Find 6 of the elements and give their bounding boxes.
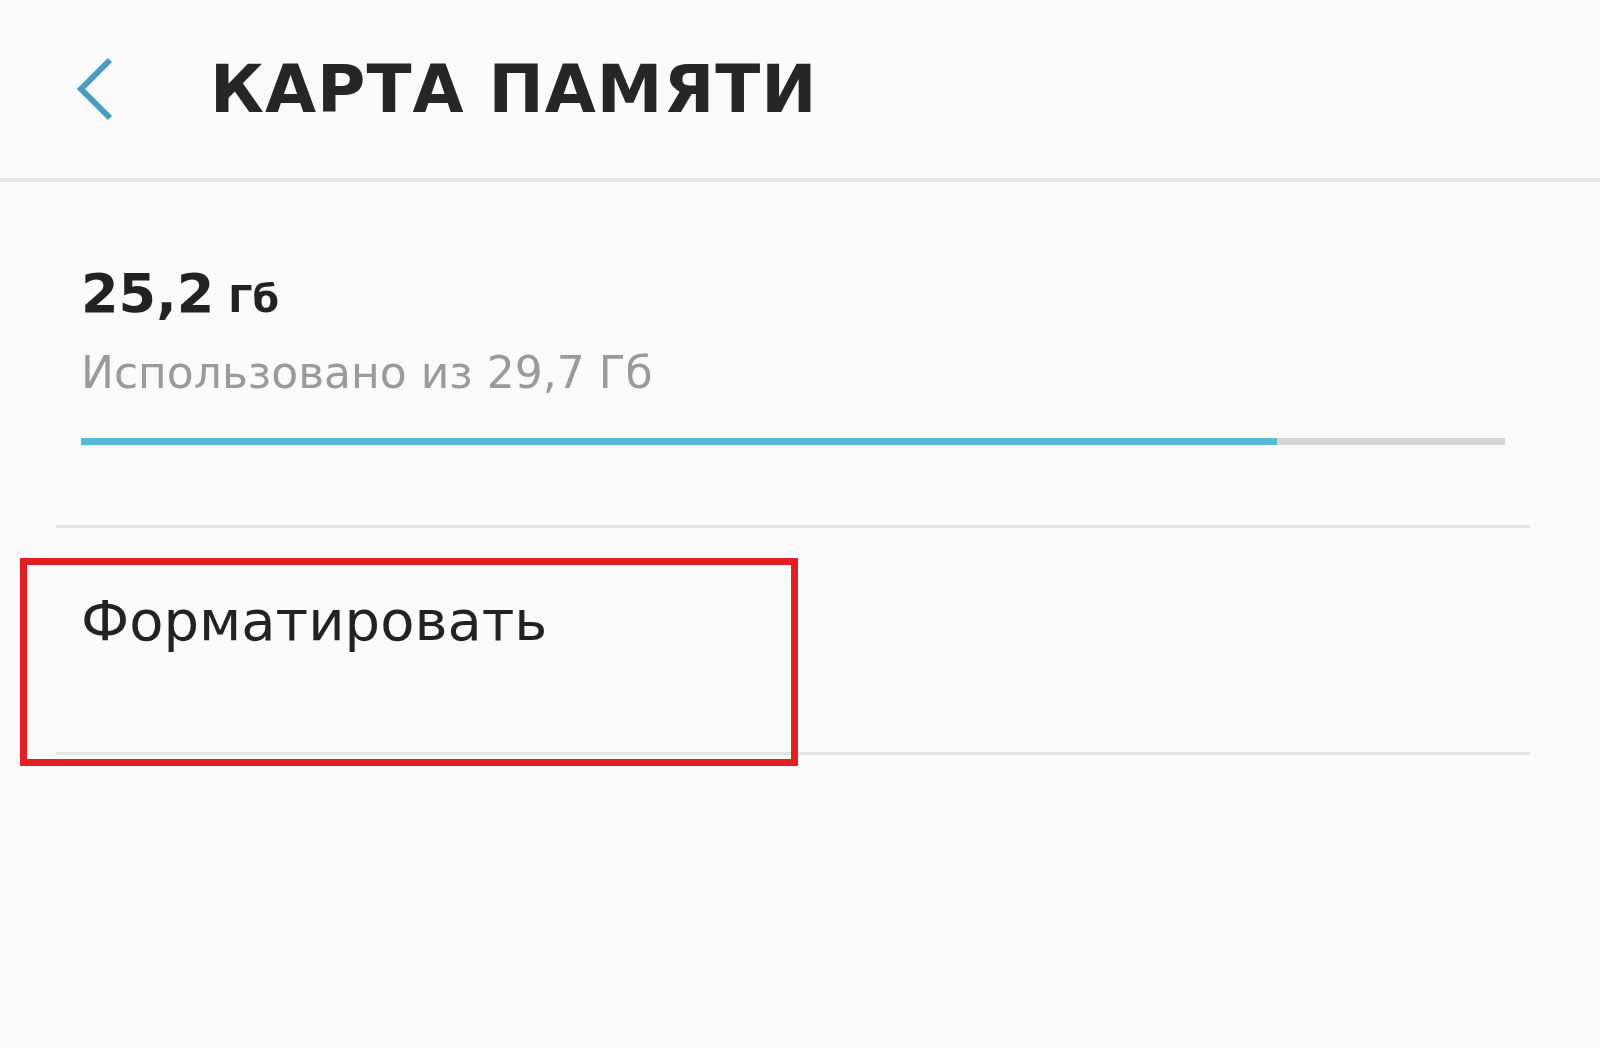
- page-title: КАРТА ПАМЯТИ: [210, 50, 818, 128]
- format-item[interactable]: Форматировать: [81, 587, 548, 653]
- used-size: 25,2: [81, 262, 215, 325]
- usage-caption: Использовано из 29,7 Гб: [81, 347, 654, 398]
- size-unit: Гб: [228, 277, 279, 321]
- back-icon[interactable]: [76, 57, 114, 121]
